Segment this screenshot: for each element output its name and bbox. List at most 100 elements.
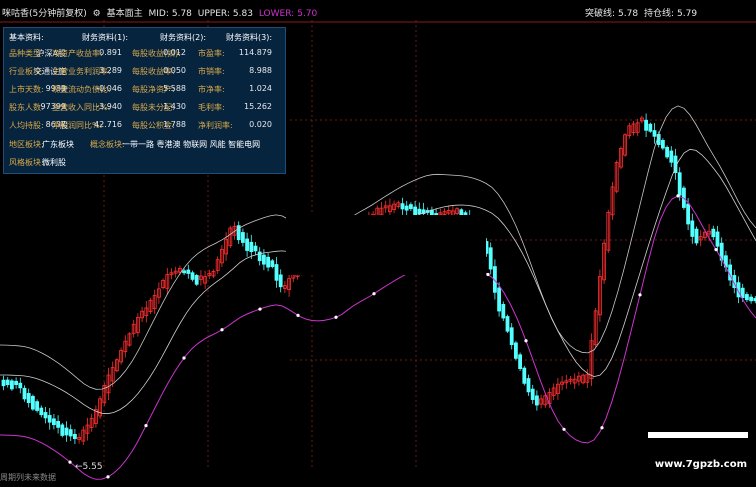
panel-value: 1.788 <box>163 120 186 129</box>
col-fin1-header: 财务资料(1): <box>82 33 129 42</box>
gear-icon[interactable]: ⚙ <box>93 9 101 19</box>
candle-body <box>22 387 27 400</box>
candle-body <box>14 380 19 386</box>
panel-value: -3.940 <box>96 102 122 111</box>
panel-value: 1.024 <box>249 84 272 93</box>
candle-body <box>404 205 409 211</box>
candle-body <box>514 342 518 359</box>
lower-band-dot <box>562 427 566 431</box>
candle-body <box>740 287 745 299</box>
panel-label: 净利润率: <box>198 121 233 130</box>
lower-band-dot <box>144 423 148 428</box>
lower-band-dot <box>676 194 680 198</box>
breakout-label: 突破线: <box>585 9 616 19</box>
lower-band-dot <box>600 426 604 430</box>
candle-body <box>501 304 506 319</box>
candle-body <box>240 232 245 243</box>
lower-band-dot <box>372 292 376 296</box>
mid-label: MID: <box>148 9 169 19</box>
candle-body <box>526 378 531 393</box>
candle-body <box>677 172 682 196</box>
candle-body <box>261 254 266 265</box>
candle-body <box>530 388 535 400</box>
candle-body <box>73 433 77 440</box>
candle-body <box>648 123 653 132</box>
watermark: www.7gpzb.com <box>654 459 747 470</box>
candle-body <box>665 146 669 158</box>
lower-label: LOWER: <box>258 9 295 19</box>
panel-shadow-mask <box>286 215 486 275</box>
candle-body <box>18 382 23 389</box>
fundamentals-panel: 基本资料: 财务资料(1): 财务资料(2): 财务资料(3): 品种类型: 沪深… <box>3 27 286 174</box>
low-price-marker: ←5.55 <box>75 462 103 472</box>
lower-band-dot <box>68 460 72 464</box>
candle-body <box>715 231 720 247</box>
col-basic-header: 基本资料: <box>9 33 44 42</box>
lower-band-dot <box>182 356 186 360</box>
candle-body <box>186 269 191 274</box>
candle-body <box>182 270 187 274</box>
candle-body <box>488 247 493 270</box>
candle-body <box>47 415 52 423</box>
price-bubble <box>648 432 748 438</box>
stock-title[interactable]: 咪咕香(5分钟前复权) <box>2 9 87 19</box>
candle-body <box>749 296 753 302</box>
style-label: 风格板块: <box>9 158 44 167</box>
candle-body <box>26 393 31 404</box>
region-value: 广东板块 <box>42 140 74 149</box>
panel-value: 8.988 <box>249 66 272 75</box>
upper-value: 5.83 <box>232 9 253 19</box>
candle-body <box>417 208 422 215</box>
panel-value: 3.289 <box>99 66 122 75</box>
col-fin2-header: 财务资料(2): <box>160 33 207 42</box>
mid-value: 5.78 <box>171 9 192 19</box>
panel-value: 114.879 <box>238 48 272 57</box>
lower-band-dot <box>524 339 528 343</box>
panel-label: 市销率: <box>198 67 225 76</box>
panel-value: 0.050 <box>163 66 186 75</box>
panel-value: 0.012 <box>163 48 186 57</box>
panel-value: -0.046 <box>96 84 122 93</box>
lower-band-dot <box>486 272 490 277</box>
candle-body <box>266 256 271 268</box>
position-value: 5.79 <box>677 9 698 19</box>
candle-body <box>9 380 14 390</box>
candle-body <box>497 287 502 312</box>
candle-body <box>43 412 48 419</box>
candle-body <box>190 272 195 280</box>
candle-body <box>245 238 250 251</box>
candle-body <box>745 294 749 301</box>
region-label: 地区板块: <box>9 140 44 149</box>
panel-label: 人均持股: <box>9 121 44 130</box>
panel-label: 上市天数: <box>9 85 44 94</box>
candle-body <box>35 401 39 411</box>
lower-band-dot <box>220 328 224 332</box>
lower-band-dot <box>296 313 300 317</box>
candle-body <box>535 395 539 406</box>
lower-value: 5.70 <box>297 9 318 19</box>
candle-body <box>253 245 258 252</box>
chart-header-left: 咪咕香(5分钟前复权) ⚙ 基本面主 MID: 5.78 UPPER: 5.83 L… <box>2 6 320 20</box>
lower-band-dot <box>334 315 338 319</box>
candle-body <box>39 407 44 416</box>
future-data-label: 周期列未来数据 <box>0 473 56 482</box>
candle-body <box>505 316 510 332</box>
candle-body <box>661 140 665 149</box>
candle-body <box>711 228 716 238</box>
candle-body <box>270 260 275 267</box>
candle-body <box>278 274 283 288</box>
panel-label: 净资产收益率: <box>52 49 103 58</box>
candle-body <box>68 429 73 437</box>
mid-band-line <box>0 148 756 415</box>
candle-body <box>694 228 699 244</box>
candle-body <box>690 220 695 237</box>
indicator-name[interactable]: 基本面主 <box>107 9 143 19</box>
candle-body <box>30 395 35 410</box>
panel-value: 5.588 <box>163 84 186 93</box>
candle-body <box>518 354 522 369</box>
panel-value: 0.020 <box>249 120 272 129</box>
panel-label: 市净率: <box>198 85 225 94</box>
candle-body <box>56 420 60 428</box>
panel-value: 0.891 <box>99 48 122 57</box>
candle-body <box>274 264 279 281</box>
